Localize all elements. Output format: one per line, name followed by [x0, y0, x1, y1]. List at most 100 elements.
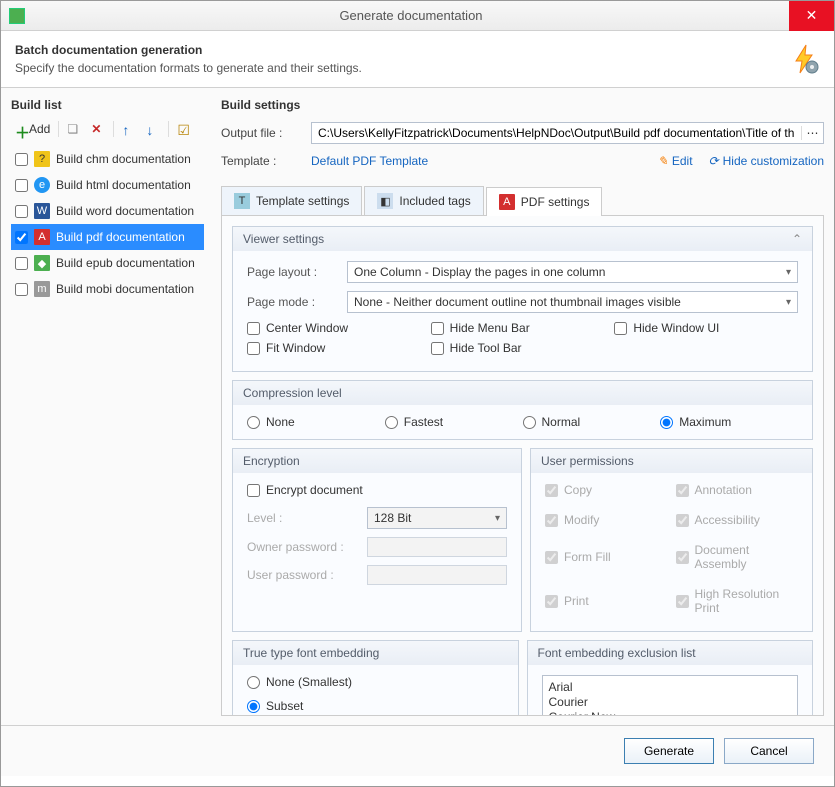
font-list-item[interactable]: Courier New: [549, 710, 792, 716]
caret-down-icon: ▾: [786, 297, 791, 308]
toolbar-separator: [58, 121, 59, 137]
cancel-button[interactable]: Cancel: [724, 738, 814, 764]
build-item-html[interactable]: eBuild html documentation: [11, 172, 204, 198]
perm-accessibility-checkbox: [676, 514, 689, 527]
output-file-field[interactable]: ⋯: [311, 122, 824, 144]
build-item-checkbox[interactable]: [15, 179, 28, 192]
check-label: Hide Tool Bar: [450, 341, 522, 355]
encryption-level-select: 128 Bit▾: [367, 507, 507, 529]
compression-normal-radio[interactable]: [523, 416, 536, 429]
build-item-label: Build pdf documentation: [56, 230, 185, 244]
collapse-icon: [709, 154, 719, 168]
word-icon: W: [34, 203, 50, 219]
output-label: Output file :: [221, 126, 303, 140]
tab-template-settings[interactable]: TTemplate settings: [221, 186, 362, 215]
hide-customization-link[interactable]: Hide customization: [709, 154, 824, 168]
title-bar: Generate documentation ✕: [1, 1, 834, 31]
move-up-button[interactable]: [118, 120, 140, 138]
pdf-tab-icon: A: [499, 194, 515, 210]
check-label: Fit Window: [266, 341, 325, 355]
collapse-group-button[interactable]: ⌃: [792, 232, 802, 246]
group-title-text: Font embedding exclusion list: [538, 646, 696, 660]
encryption-group: Encryption Encrypt document Level : 128 …: [232, 448, 522, 632]
check-label: Hide Menu Bar: [450, 321, 530, 335]
page-title: Batch documentation generation: [15, 43, 788, 57]
build-item-checkbox[interactable]: [15, 153, 28, 166]
select-all-button[interactable]: [173, 120, 195, 138]
build-item-checkbox[interactable]: [15, 283, 28, 296]
hide-window-ui-checkbox[interactable]: [614, 322, 627, 335]
center-window-checkbox[interactable]: [247, 322, 260, 335]
select-all-icon: [177, 122, 191, 136]
build-item-pdf[interactable]: ABuild pdf documentation: [11, 224, 204, 250]
fit-window-checkbox[interactable]: [247, 342, 260, 355]
perm-print-checkbox: [545, 595, 558, 608]
perm-highres-checkbox: [676, 595, 689, 608]
build-item-checkbox[interactable]: [15, 205, 28, 218]
tags-tab-icon: ◧: [377, 193, 393, 209]
tab-included-tags[interactable]: ◧Included tags: [364, 186, 483, 215]
permissions-group: User permissions Copy Annotation Modify …: [530, 448, 813, 632]
duplicate-button[interactable]: [63, 120, 85, 138]
font-list-item[interactable]: Arial: [549, 680, 792, 695]
build-item-word[interactable]: W Build word documentation: [11, 198, 204, 224]
edit-link[interactable]: Edit: [658, 154, 693, 168]
fontembed-none-radio[interactable]: [247, 676, 260, 689]
lightning-gear-icon: [788, 43, 820, 75]
html-icon: e: [34, 177, 50, 193]
font-exclusion-list[interactable]: Arial Courier Courier New Times New Roma…: [542, 675, 799, 716]
generate-button[interactable]: Generate: [624, 738, 714, 764]
build-item-checkbox[interactable]: [15, 257, 28, 270]
arrow-up-icon: [122, 122, 136, 136]
group-title-text: Viewer settings: [243, 232, 324, 246]
group-title-text: True type font embedding: [243, 646, 379, 660]
compression-fastest-radio[interactable]: [385, 416, 398, 429]
encrypt-document-checkbox[interactable]: [247, 484, 260, 497]
owner-password-label: Owner password :: [247, 540, 357, 554]
page-layout-label: Page layout :: [247, 265, 337, 279]
fontembed-subset-radio[interactable]: [247, 700, 260, 713]
font-list-item[interactable]: Courier: [549, 695, 792, 710]
delete-button[interactable]: [87, 120, 109, 138]
owner-password-input: [367, 537, 507, 557]
page-header: Batch documentation generation Specify t…: [1, 31, 834, 88]
compression-maximum-radio[interactable]: [660, 416, 673, 429]
perm-formfill-checkbox: [545, 551, 558, 564]
build-item-mobi[interactable]: mBuild mobi documentation: [11, 276, 204, 302]
group-title-text: Compression level: [243, 386, 342, 400]
close-button[interactable]: ✕: [789, 1, 834, 31]
caret-down-icon: ▾: [495, 513, 500, 524]
page-subtitle: Specify the documentation formats to gen…: [15, 61, 788, 75]
move-down-button[interactable]: [142, 120, 164, 138]
template-link[interactable]: Default PDF Template: [311, 154, 428, 168]
hide-toolbar-checkbox[interactable]: [431, 342, 444, 355]
output-more-button[interactable]: ⋯: [801, 126, 823, 140]
perm-docassembly-checkbox: [676, 551, 689, 564]
compression-group: Compression level None Fastest Normal Ma…: [232, 380, 813, 440]
chm-icon: ?: [34, 151, 50, 167]
pencil-icon: [658, 154, 668, 168]
build-item-chm[interactable]: ? Build chm documentation: [11, 146, 204, 172]
group-title-text: Encryption: [243, 454, 300, 468]
page-layout-select[interactable]: One Column - Display the pages in one co…: [347, 261, 798, 283]
dialog-footer: Generate Cancel: [1, 725, 834, 776]
output-file-input[interactable]: [312, 124, 801, 142]
compression-none-radio[interactable]: [247, 416, 260, 429]
tab-pdf-settings[interactable]: APDF settings: [486, 187, 603, 216]
add-button[interactable]: ＋ Add: [11, 120, 54, 138]
perm-copy-checkbox: [545, 484, 558, 497]
perm-modify-checkbox: [545, 514, 558, 527]
build-item-label: Build chm documentation: [56, 152, 191, 166]
build-item-label: Build word documentation: [56, 204, 194, 218]
user-password-label: User password :: [247, 568, 357, 582]
user-password-input: [367, 565, 507, 585]
font-exclusion-group: Font embedding exclusion list Arial Cour…: [527, 640, 814, 716]
check-label: Hide Window UI: [633, 321, 719, 335]
template-tab-icon: T: [234, 193, 250, 209]
hide-menu-checkbox[interactable]: [431, 322, 444, 335]
font-embedding-group: True type font embedding None (Smallest)…: [232, 640, 519, 716]
page-mode-select[interactable]: None - Neither document outline not thum…: [347, 291, 798, 313]
build-item-epub[interactable]: ◆Build epub documentation: [11, 250, 204, 276]
viewer-settings-group: Viewer settings ⌃ Page layout : One Colum…: [232, 226, 813, 372]
build-item-checkbox[interactable]: [15, 231, 28, 244]
